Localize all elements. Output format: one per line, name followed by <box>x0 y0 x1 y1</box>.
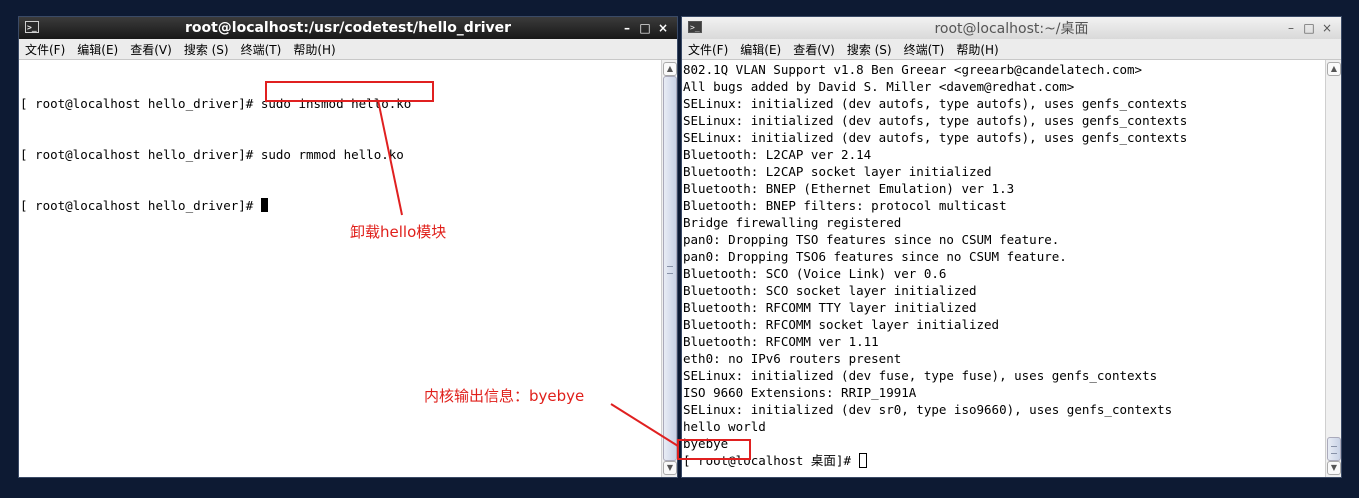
annotation-arrows <box>377 99 679 447</box>
rmmod-annotation: 卸载hello模块 <box>350 223 447 241</box>
byebye-annotation: 内核输出信息：byebye <box>424 387 585 405</box>
